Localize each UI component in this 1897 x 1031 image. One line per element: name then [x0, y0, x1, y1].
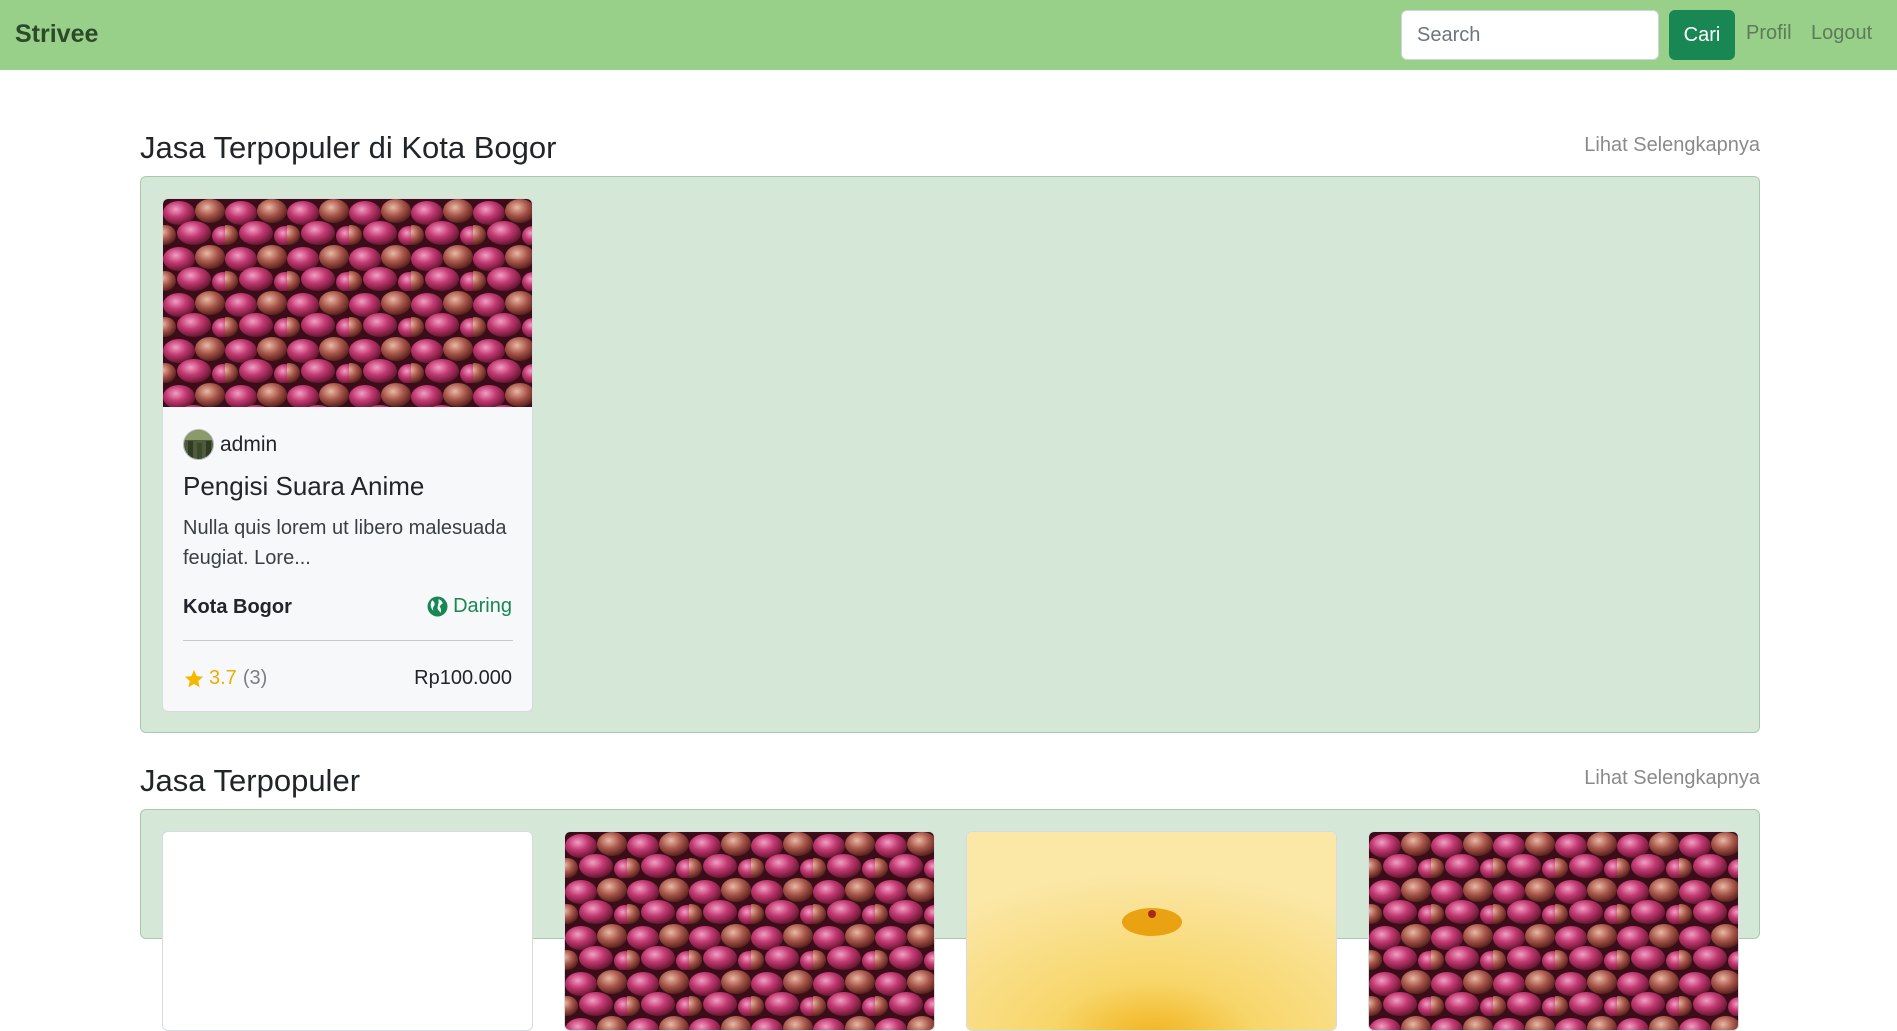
nav-profile-link[interactable]: Profil	[1746, 22, 1792, 45]
search-input[interactable]	[1401, 10, 1659, 60]
service-image	[967, 832, 1336, 1030]
seller-info: admin	[183, 429, 277, 460]
service-price: Rp100.000	[414, 667, 512, 689]
section-title: Jasa Terpopuler	[140, 763, 361, 798]
service-image	[565, 832, 934, 1030]
service-mode-label: Daring	[453, 595, 512, 617]
see-more-link[interactable]: Lihat Selengkapnya	[1584, 767, 1760, 790]
service-image	[163, 199, 532, 407]
section-title: Jasa Terpopuler di Kota Bogor	[140, 130, 557, 165]
seller-name: admin	[220, 432, 278, 456]
rating-count: (3)	[242, 667, 268, 689]
service-location: Kota Bogor	[183, 596, 292, 618]
card-divider	[183, 640, 513, 641]
service-card[interactable]	[162, 831, 533, 1031]
navbar: Strivee Cari Profil Logout	[0, 0, 1897, 70]
section-container	[140, 809, 1760, 1031]
service-card[interactable]	[1368, 831, 1739, 1031]
rating-value: 3.7	[209, 667, 237, 689]
service-card[interactable]: admin Pengisi Suara Anime Nulla quis lor…	[162, 198, 533, 712]
service-card[interactable]	[966, 831, 1337, 1031]
service-image	[1369, 832, 1738, 1030]
search-button[interactable]: Cari	[1669, 10, 1735, 60]
seller-avatar	[183, 429, 214, 460]
section-container: admin Pengisi Suara Anime Nulla quis lor…	[140, 176, 1760, 733]
globe-icon	[427, 596, 448, 617]
service-description: Nulla quis lorem ut libero malesuada feu…	[183, 517, 507, 569]
brand-logo[interactable]: Strivee	[15, 20, 98, 49]
nav-logout-link[interactable]: Logout	[1811, 22, 1872, 45]
service-rating: 3.7 (3)	[183, 667, 267, 690]
see-more-link[interactable]: Lihat Selengkapnya	[1584, 134, 1760, 157]
service-mode: Daring	[427, 595, 512, 618]
star-icon	[184, 669, 204, 687]
service-title[interactable]: Pengisi Suara Anime	[183, 471, 424, 502]
service-card[interactable]	[564, 831, 935, 1031]
